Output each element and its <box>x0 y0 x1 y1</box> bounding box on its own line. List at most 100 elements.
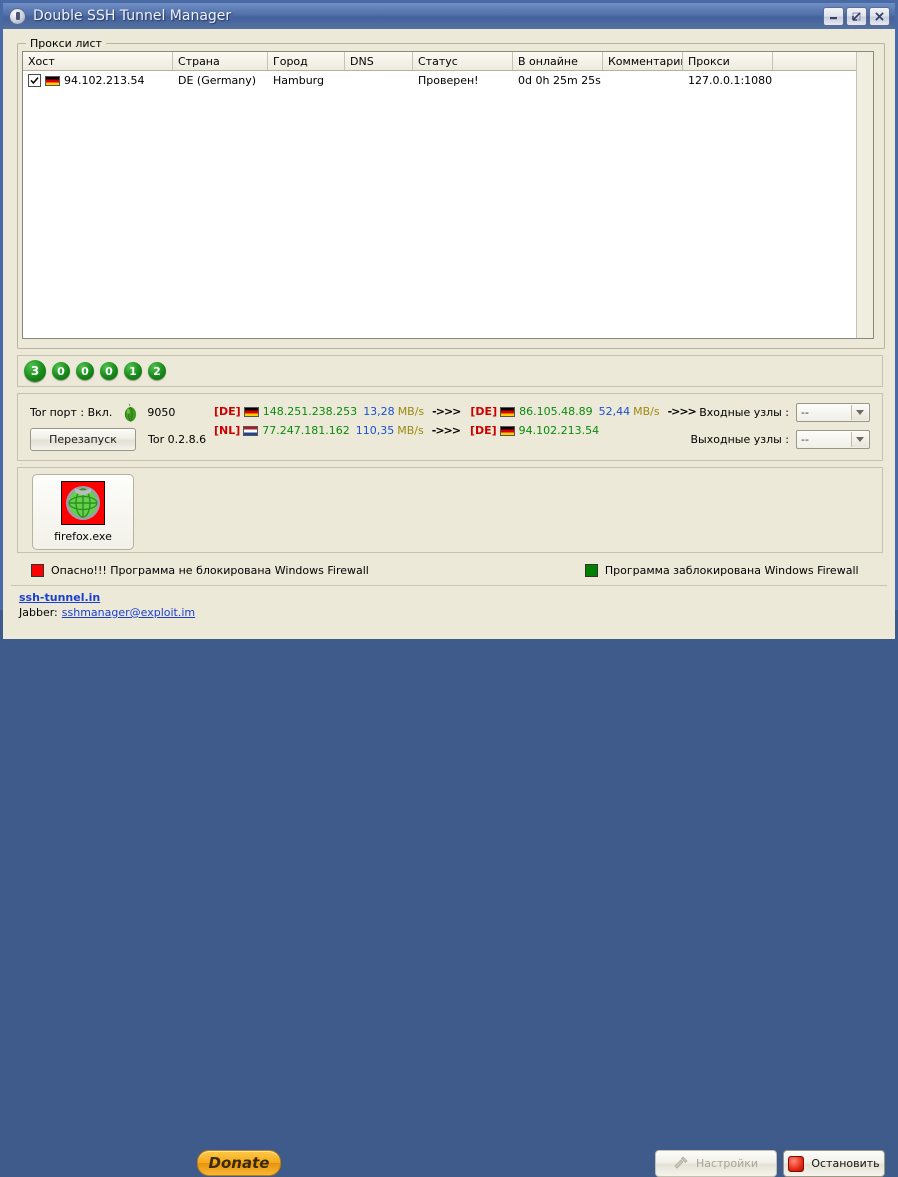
firewall-legend: Опасно!!! Программа не блокирована Windo… <box>17 559 883 581</box>
column-header-host[interactable]: Хост <box>23 52 173 70</box>
column-header-status[interactable]: Статус <box>413 52 513 70</box>
proxy-list-title: Прокси лист <box>26 37 106 50</box>
column-header-online[interactable]: В онлайне <box>513 52 603 70</box>
de-flag-icon <box>45 76 60 86</box>
restart-button[interactable]: Перезапуск <box>30 428 136 451</box>
status-badge[interactable]: 0 <box>76 362 94 380</box>
client-area: Прокси лист Хост Страна Город DNS Статус… <box>3 29 895 607</box>
globe-icon <box>61 481 105 525</box>
legend-danger-text: Опасно!!! Программа не блокирована Windo… <box>51 564 369 577</box>
de-flag-icon <box>244 407 259 417</box>
column-header-comments[interactable]: Комментарии <box>603 52 683 70</box>
status-badges-panel: 3 0 0 0 1 2 <box>17 355 883 387</box>
relay-ip: 148.251.238.253 <box>263 402 357 421</box>
entry-nodes-select[interactable]: -- <box>796 403 870 422</box>
relay-country-code: [NL] <box>214 421 240 440</box>
cell-city: Hamburg <box>268 71 345 90</box>
exit-nodes-label: Выходные узлы : <box>691 433 790 446</box>
stop-button[interactable]: Остановить <box>783 1150 885 1177</box>
row-checkbox[interactable] <box>28 74 41 87</box>
column-header-proxy[interactable]: Прокси <box>683 52 773 70</box>
tor-panel: Tor порт : Вкл. 9050 <box>17 393 883 461</box>
status-badge[interactable]: 3 <box>24 360 46 382</box>
cell-host[interactable]: 94.102.213.54 <box>23 71 173 90</box>
exit-nodes-select[interactable]: -- <box>796 430 870 449</box>
entry-nodes-label: Входные узлы : <box>699 406 789 419</box>
column-header-city[interactable]: Город <box>268 52 345 70</box>
relay-country-code: [DE] <box>214 402 241 421</box>
application-tile-firefox[interactable]: firefox.exe <box>32 474 134 550</box>
donate-button[interactable]: Donate <box>197 1150 281 1176</box>
vertical-scrollbar[interactable] <box>856 52 873 338</box>
status-bar: ssh-tunnel.in Jabber: sshmanager@exploit… <box>3 586 895 639</box>
exit-nodes-row: Выходные узлы : -- <box>680 429 870 450</box>
window-title: Double SSH Tunnel Manager <box>33 8 231 24</box>
cell-dns <box>345 71 413 90</box>
relay-country-code: [DE] <box>470 421 497 440</box>
applications-panel: firefox.exe <box>17 467 883 553</box>
relay-arrow-icon: ->>> <box>432 402 460 421</box>
relay-speed-unit: MB/s <box>398 402 424 421</box>
cell-online: 0d 0h 25m 25s <box>513 71 603 90</box>
relay-speed: 110,35 <box>356 421 395 440</box>
status-badge[interactable]: 0 <box>100 362 118 380</box>
proxy-list-body: 94.102.213.54 DE (Germany) Hamburg Прове… <box>23 71 873 90</box>
cell-country: DE (Germany) <box>173 71 268 90</box>
settings-button[interactable]: Настройки <box>655 1150 777 1177</box>
legend-item-blocked: Программа заблокирована Windows Firewall <box>585 564 859 577</box>
relay-chain-row: [DE] 148.251.238.253 13,28 MB/s ->>> [DE… <box>214 402 706 421</box>
relay-arrow-icon: ->>> <box>432 421 460 440</box>
status-badge[interactable]: 2 <box>148 362 166 380</box>
cell-proxy: 127.0.0.1:1080 <box>683 71 773 90</box>
tor-port-label: Tor порт : Вкл. <box>30 406 112 419</box>
status-badge[interactable]: 1 <box>124 362 142 380</box>
proxy-list-view[interactable]: Хост Страна Город DNS Статус В онлайне К… <box>22 51 874 339</box>
chevron-down-icon[interactable] <box>851 432 868 447</box>
chevron-down-icon[interactable] <box>851 405 868 420</box>
stop-icon <box>788 1156 804 1172</box>
relay-speed-unit: MB/s <box>397 421 423 440</box>
jabber-label: Jabber: <box>19 606 58 619</box>
blocked-color-swatch <box>585 564 598 577</box>
app-window: Double SSH Tunnel Manager Прокси лист <box>0 0 898 610</box>
relay-speed: 13,28 <box>363 402 395 421</box>
cell-status: Проверен! <box>413 71 513 90</box>
proxy-list-group: Прокси лист Хост Страна Город DNS Статус… <box>17 43 885 349</box>
exit-nodes-value: -- <box>801 433 809 446</box>
column-header-country[interactable]: Страна <box>173 52 268 70</box>
application-tile-label: firefox.exe <box>54 530 112 543</box>
table-row[interactable]: 94.102.213.54 DE (Germany) Hamburg Прове… <box>23 71 873 90</box>
relay-chain-row: [NL] 77.247.181.162 110,35 MB/s ->>> [DE… <box>214 421 706 440</box>
app-icon <box>9 8 26 25</box>
tools-icon <box>674 1156 689 1172</box>
cell-host-text: 94.102.213.54 <box>64 74 144 87</box>
minimize-button[interactable] <box>823 7 844 26</box>
de-flag-icon <box>500 426 515 436</box>
relay-ip: 77.247.181.162 <box>262 421 349 440</box>
tor-port-value: 9050 <box>147 406 175 419</box>
entry-nodes-value: -- <box>801 406 809 419</box>
tor-version-label: Tor 0.2.8.6 <box>148 433 206 446</box>
jabber-row: Jabber: sshmanager@exploit.im <box>19 606 195 619</box>
tor-relay-chain: [DE] 148.251.238.253 13,28 MB/s ->>> [DE… <box>214 402 706 440</box>
legend-item-danger: Опасно!!! Программа не блокирована Windo… <box>31 564 369 577</box>
relay-ip: 86.105.48.89 <box>519 402 592 421</box>
status-badge[interactable]: 0 <box>52 362 70 380</box>
jabber-link[interactable]: sshmanager@exploit.im <box>62 606 195 619</box>
cell-comments <box>603 71 683 90</box>
maximize-button[interactable] <box>846 7 867 26</box>
danger-color-swatch <box>31 564 44 577</box>
entry-nodes-row: Входные узлы : -- <box>680 402 870 423</box>
site-link[interactable]: ssh-tunnel.in <box>19 591 100 604</box>
window-controls <box>823 7 892 26</box>
relay-country-code: [DE] <box>470 402 497 421</box>
relay-ip: 94.102.213.54 <box>519 421 599 440</box>
de-flag-icon <box>500 407 515 417</box>
column-header-dns[interactable]: DNS <box>345 52 413 70</box>
proxy-list-header: Хост Страна Город DNS Статус В онлайне К… <box>23 52 873 71</box>
title-bar[interactable]: Double SSH Tunnel Manager <box>3 3 895 29</box>
stop-button-label: Остановить <box>811 1157 879 1170</box>
relay-speed-unit: MB/s <box>633 402 659 421</box>
close-button[interactable] <box>869 7 890 26</box>
legend-blocked-text: Программа заблокирована Windows Firewall <box>605 564 859 577</box>
